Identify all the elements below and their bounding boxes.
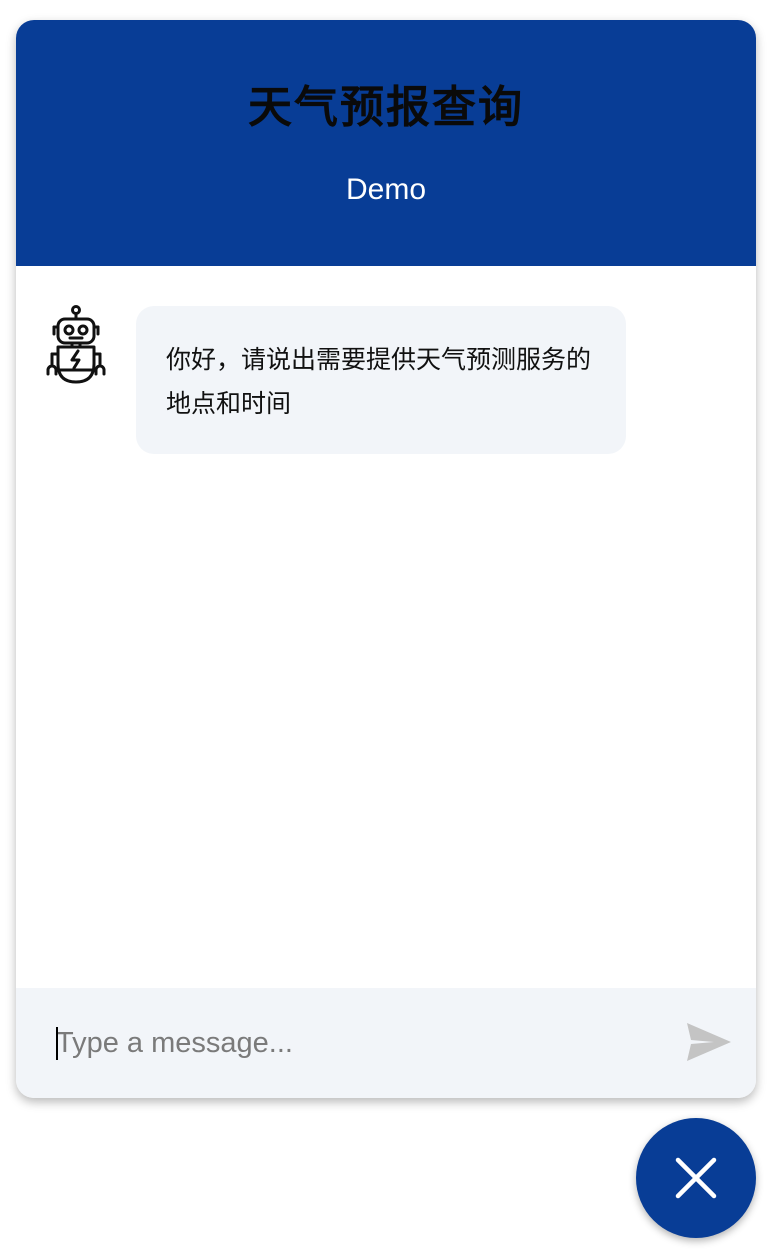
text-caret — [56, 1027, 58, 1060]
message-composer — [16, 988, 756, 1098]
robot-icon — [44, 304, 108, 388]
chat-subtitle: Demo — [345, 173, 427, 206]
chat-title: 天气预报查询 — [248, 82, 524, 133]
send-icon — [687, 1023, 731, 1061]
close-chat-button[interactable] — [636, 1118, 756, 1238]
bot-message-bubble: 你好，请说出需要提供天气预测服务的地点和时间 — [136, 306, 626, 454]
send-button[interactable] — [684, 1018, 734, 1066]
message-list: 你好，请说出需要提供天气预测服务的地点和时间 — [16, 266, 756, 988]
chat-widget: 天气预报查询 Demo 你好，请说出需要提供天气预测服务的地点和时间 Type … — [16, 20, 756, 1098]
chat-header: 天气预报查询 Demo — [16, 20, 756, 266]
message-input[interactable] — [54, 1018, 656, 1068]
bot-message-text: 你好，请说出需要提供天气预测服务的地点和时间 — [166, 345, 592, 418]
close-icon — [675, 1157, 717, 1199]
